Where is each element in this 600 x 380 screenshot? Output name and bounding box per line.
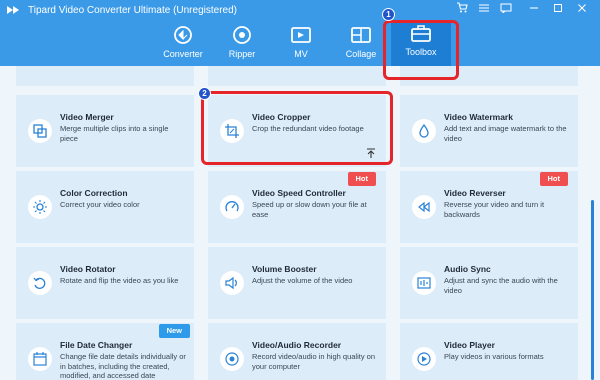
speed-icon bbox=[220, 195, 244, 219]
tool-desc: Adjust and sync the audio with the video bbox=[444, 276, 558, 295]
tool-desc: Adjust the volume of the video bbox=[252, 276, 353, 285]
cart-icon[interactable] bbox=[454, 2, 470, 18]
nav-converter-label: Converter bbox=[163, 49, 203, 59]
menu-icon[interactable] bbox=[476, 2, 492, 18]
nav-ripper-label: Ripper bbox=[228, 49, 256, 59]
card-partial bbox=[16, 66, 194, 86]
step-1-marker: 1 bbox=[382, 8, 395, 21]
player-icon bbox=[412, 347, 436, 371]
tool-desc: Record video/audio in high quality on yo… bbox=[252, 352, 375, 371]
audio-sync-icon bbox=[412, 271, 436, 295]
tool-title: Audio Sync bbox=[444, 264, 491, 274]
tool-card-video-audio-recorder[interactable]: Video/Audio Recorder Record video/audio … bbox=[208, 323, 386, 380]
minimize-icon[interactable] bbox=[526, 2, 542, 18]
nav-collage-label: Collage bbox=[345, 49, 377, 59]
date-icon bbox=[28, 347, 52, 371]
tool-title: Video Watermark bbox=[444, 112, 513, 122]
new-badge: New bbox=[158, 324, 190, 338]
watermark-icon bbox=[412, 119, 436, 143]
color-icon bbox=[28, 195, 52, 219]
reverse-icon bbox=[412, 195, 436, 219]
nav-converter[interactable]: Converter bbox=[153, 22, 213, 62]
tool-desc: Change file date details individually or… bbox=[60, 352, 186, 380]
mv-icon bbox=[291, 27, 311, 43]
tool-desc: Correct your video color bbox=[60, 200, 140, 209]
tool-desc: Add text and image watermark to the vide… bbox=[444, 124, 567, 143]
tool-title: Color Correction bbox=[60, 188, 128, 198]
highlight-toolbox bbox=[383, 20, 459, 80]
nav-mv[interactable]: MV bbox=[271, 22, 331, 62]
tool-title: Video Speed Controller bbox=[252, 188, 346, 198]
tool-title: Video Player bbox=[444, 340, 495, 350]
tool-title: Video Reverser bbox=[444, 188, 506, 198]
tool-desc: Merge multiple clips into a single piece bbox=[60, 124, 169, 143]
nav-ripper[interactable]: Ripper bbox=[212, 22, 272, 62]
maximize-icon[interactable] bbox=[550, 2, 566, 18]
nav-mv-label: MV bbox=[294, 49, 308, 59]
hot-badge: Hot bbox=[347, 172, 376, 186]
converter-icon bbox=[174, 26, 192, 44]
close-icon[interactable] bbox=[574, 2, 590, 18]
highlight-video-cropper bbox=[201, 91, 393, 165]
step-2-marker: 2 bbox=[198, 87, 211, 100]
card-partial bbox=[208, 66, 386, 86]
ripper-icon bbox=[233, 26, 251, 44]
collage-icon bbox=[351, 27, 371, 43]
tool-card-file-date-changer[interactable]: New File Date Changer Change file date d… bbox=[16, 323, 194, 380]
tool-desc: Rotate and flip the video as you like bbox=[60, 276, 179, 285]
tool-title: Video/Audio Recorder bbox=[252, 340, 342, 350]
merge-icon bbox=[28, 119, 52, 143]
tool-card-color-correction[interactable]: Color Correction Correct your video colo… bbox=[16, 171, 194, 243]
app-title: Tipard Video Converter Ultimate (Unregis… bbox=[28, 5, 237, 16]
feedback-icon[interactable] bbox=[498, 2, 514, 18]
tool-card-video-merger[interactable]: Video Merger Merge multiple clips into a… bbox=[16, 95, 194, 167]
hot-badge: Hot bbox=[539, 172, 568, 186]
tool-card-video-player[interactable]: Video Player Play videos in various form… bbox=[400, 323, 578, 380]
tool-card-audio-sync[interactable]: Audio Sync Adjust and sync the audio wit… bbox=[400, 247, 578, 319]
tool-title: Video Merger bbox=[60, 112, 114, 122]
tool-desc: Speed up or slow down your file at ease bbox=[252, 200, 367, 219]
app-logo-icon bbox=[7, 6, 19, 14]
rotate-icon bbox=[28, 271, 52, 295]
tool-title: Volume Booster bbox=[252, 264, 317, 274]
top-bar: Tipard Video Converter Ultimate (Unregis… bbox=[0, 0, 600, 66]
tool-desc: Play videos in various formats bbox=[444, 352, 544, 361]
recorder-icon bbox=[220, 347, 244, 371]
tool-title: Video Rotator bbox=[60, 264, 116, 274]
tool-card-volume-booster[interactable]: Volume Booster Adjust the volume of the … bbox=[208, 247, 386, 319]
volume-icon bbox=[220, 271, 244, 295]
tool-card-video-rotator[interactable]: Video Rotator Rotate and flip the video … bbox=[16, 247, 194, 319]
nav-collage[interactable]: Collage bbox=[331, 22, 391, 62]
tool-title: File Date Changer bbox=[60, 340, 133, 350]
tool-card-video-speed-controller[interactable]: Hot Video Speed Controller Speed up or s… bbox=[208, 171, 386, 243]
scrollbar[interactable] bbox=[591, 200, 594, 380]
tool-card-video-reverser[interactable]: Hot Video Reverser Reverse your video an… bbox=[400, 171, 578, 243]
tool-desc: Reverse your video and turn it backwards bbox=[444, 200, 545, 219]
tool-card-video-watermark[interactable]: Video Watermark Add text and image water… bbox=[400, 95, 578, 167]
